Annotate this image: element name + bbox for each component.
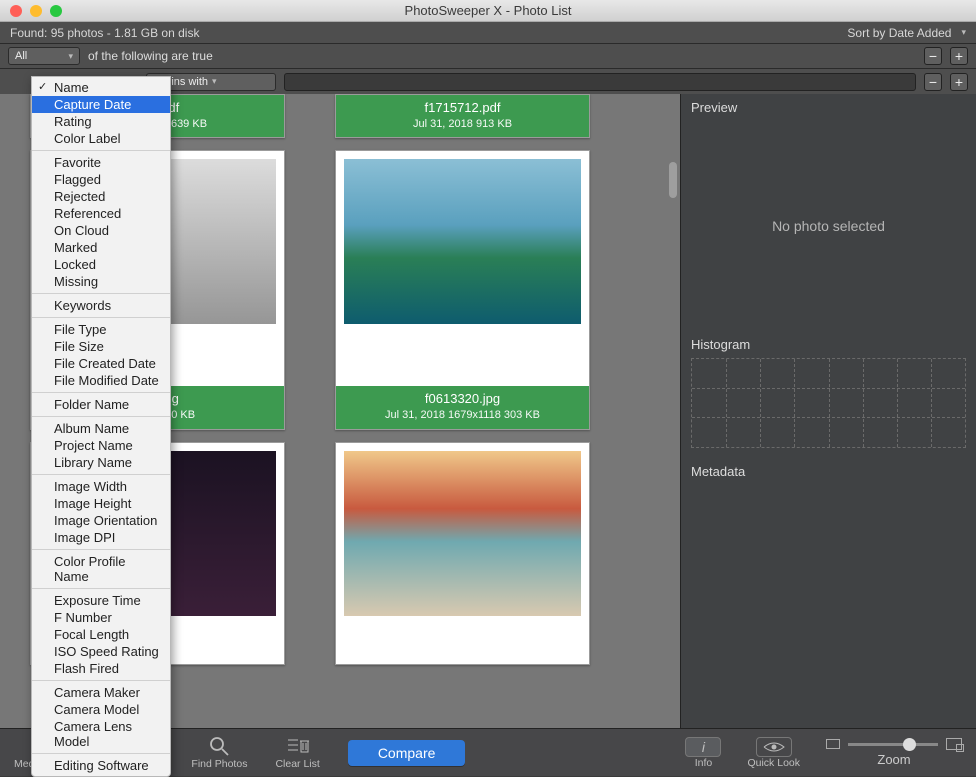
rules-text: of the following are true — [88, 49, 213, 63]
sort-label: Sort by Date Added — [847, 26, 951, 40]
dropdown-item[interactable]: Marked — [32, 239, 170, 256]
dropdown-item[interactable]: Capture Date — [32, 96, 170, 113]
photo-card[interactable]: f0613320.jpg Jul 31, 2018 1679x1118 303 … — [335, 150, 590, 429]
info-label: Info — [695, 757, 713, 769]
sort-selector[interactable]: Sort by Date Added — [847, 26, 966, 40]
window-title: PhotoSweeper X - Photo List — [0, 3, 976, 18]
dropdown-item[interactable]: Editing Software — [32, 757, 170, 774]
dropdown-item[interactable]: Flagged — [32, 171, 170, 188]
quicklook-label: Quick Look — [747, 757, 800, 769]
clear-list-button[interactable]: Clear List — [275, 735, 319, 770]
zoom-min-icon[interactable] — [826, 739, 840, 749]
dropdown-item[interactable]: Camera Model — [32, 701, 170, 718]
right-panel: Preview No photo selected Histogram Meta… — [680, 94, 976, 728]
card-meta: Jul 31, 2018 913 KB — [338, 117, 587, 132]
dropdown-separator — [32, 680, 170, 681]
photo-thumb — [344, 159, 581, 324]
dropdown-item[interactable]: Folder Name — [32, 396, 170, 413]
dropdown-item[interactable]: File Modified Date — [32, 372, 170, 389]
dropdown-separator — [32, 416, 170, 417]
dropdown-item[interactable]: ISO Speed Rating — [32, 643, 170, 660]
find-photos-label: Find Photos — [191, 758, 247, 770]
gallery-scroll-thumb[interactable] — [669, 162, 677, 198]
remove-rule-button[interactable]: − — [924, 73, 942, 91]
dropdown-item[interactable]: Rating — [32, 113, 170, 130]
dropdown-item[interactable]: F Number — [32, 609, 170, 626]
preview-empty-label: No photo selected — [681, 121, 976, 331]
dropdown-item[interactable]: Image DPI — [32, 529, 170, 546]
dropdown-separator — [32, 150, 170, 151]
zoom-knob[interactable] — [903, 738, 916, 751]
zoom-label: Zoom — [877, 752, 910, 767]
eye-icon — [756, 737, 792, 757]
dropdown-separator — [32, 753, 170, 754]
dropdown-item[interactable]: Focal Length — [32, 626, 170, 643]
zoom-max-icon[interactable] — [946, 738, 962, 750]
dropdown-item[interactable]: Image Orientation — [32, 512, 170, 529]
dropdown-item[interactable]: Camera Lens Model — [32, 718, 170, 750]
card-filename: f1715712.pdf — [338, 99, 587, 117]
dropdown-item[interactable]: Library Name — [32, 454, 170, 471]
dropdown-separator — [32, 549, 170, 550]
dropdown-separator — [32, 293, 170, 294]
add-rule-button[interactable]: + — [950, 73, 968, 91]
dropdown-item[interactable]: Image Width — [32, 478, 170, 495]
add-rule-group-button[interactable]: + — [950, 47, 968, 65]
dropdown-separator — [32, 588, 170, 589]
dropdown-separator — [32, 474, 170, 475]
match-all-select[interactable]: All — [8, 47, 80, 65]
status-bar: Found: 95 photos - 1.81 GB on disk Sort … — [0, 22, 976, 44]
dropdown-item[interactable]: Flash Fired — [32, 660, 170, 677]
dropdown-item[interactable]: File Size — [32, 338, 170, 355]
dropdown-item[interactable]: Locked — [32, 256, 170, 273]
dropdown-item[interactable]: Image Height — [32, 495, 170, 512]
photo-card[interactable]: f1715712.pdf Jul 31, 2018 913 KB — [335, 94, 590, 138]
compare-button[interactable]: Compare — [348, 740, 466, 766]
dropdown-item[interactable]: File Type — [32, 321, 170, 338]
dropdown-item[interactable]: Camera Maker — [32, 684, 170, 701]
dropdown-item[interactable]: On Cloud — [32, 222, 170, 239]
rule-field-dropdown[interactable]: NameCapture DateRatingColor Label Favorit… — [31, 76, 171, 777]
dropdown-item[interactable]: File Created Date — [32, 355, 170, 372]
card-filename: f0613320.jpg — [338, 390, 587, 408]
preview-header: Preview — [681, 94, 976, 121]
dropdown-item[interactable]: Exposure Time — [32, 592, 170, 609]
photo-card[interactable] — [335, 442, 590, 665]
dropdown-item[interactable]: Missing — [32, 273, 170, 290]
dropdown-item[interactable]: Referenced — [32, 205, 170, 222]
zoom-control: Zoom — [826, 738, 962, 767]
dropdown-item[interactable]: Rejected — [32, 188, 170, 205]
dropdown-separator — [32, 317, 170, 318]
dropdown-item[interactable]: Album Name — [32, 420, 170, 437]
dropdown-separator — [32, 392, 170, 393]
dropdown-item[interactable]: Project Name — [32, 437, 170, 454]
match-all-select-label: All — [15, 50, 27, 62]
clear-list-label: Clear List — [275, 758, 319, 770]
histogram-grid — [691, 358, 966, 448]
quicklook-toggle[interactable]: Quick Look — [747, 737, 800, 769]
dropdown-item[interactable]: Color Label — [32, 130, 170, 147]
rule-value-input[interactable] — [284, 73, 916, 91]
photo-thumb — [344, 451, 581, 616]
card-meta: Jul 31, 2018 1679x1118 303 KB — [338, 408, 587, 423]
histogram-header: Histogram — [681, 331, 976, 358]
search-icon — [208, 735, 230, 757]
info-icon: i — [685, 737, 721, 757]
find-photos-button[interactable]: Find Photos — [191, 735, 247, 770]
dropdown-item[interactable]: Keywords — [32, 297, 170, 314]
dropdown-item[interactable]: Name — [32, 79, 170, 96]
metadata-header: Metadata — [681, 458, 976, 485]
dropdown-item[interactable]: Color Profile Name — [32, 553, 170, 585]
window-titlebar: PhotoSweeper X - Photo List — [0, 0, 976, 22]
found-count-label: Found: 95 photos - 1.81 GB on disk — [10, 26, 199, 40]
remove-rule-group-button[interactable]: − — [924, 47, 942, 65]
info-toggle[interactable]: i Info — [685, 737, 721, 769]
dropdown-item[interactable]: Favorite — [32, 154, 170, 171]
rules-header-row: All of the following are true − + — [0, 44, 976, 69]
clear-list-icon — [287, 735, 309, 757]
zoom-slider[interactable] — [848, 743, 938, 746]
